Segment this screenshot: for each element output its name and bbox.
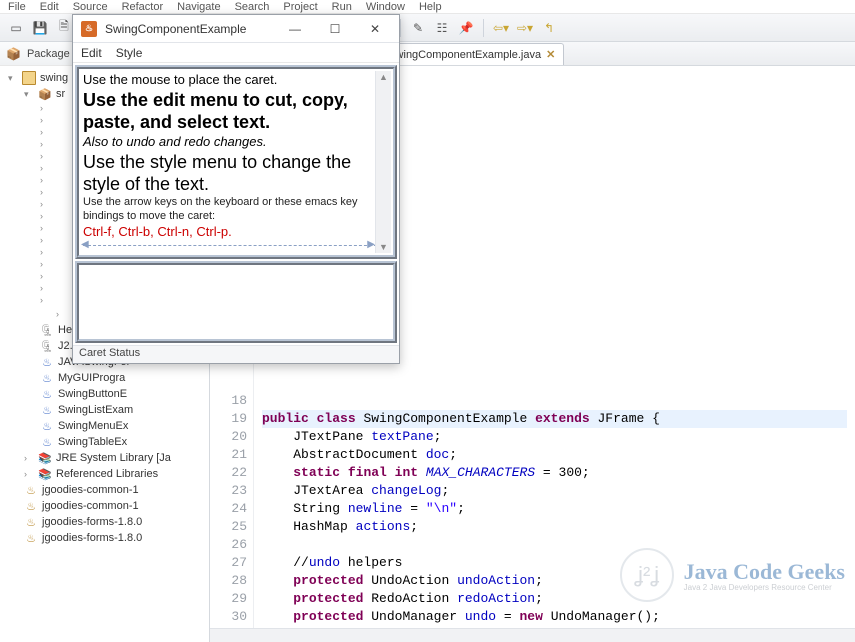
- menu-source[interactable]: Source: [73, 1, 108, 13]
- menu-project[interactable]: Project: [283, 1, 317, 13]
- menu-file[interactable]: File: [8, 1, 26, 13]
- tree-jar[interactable]: ♨jgoodies-forms-1.8.0: [0, 530, 209, 546]
- tree-lib[interactable]: ›📚Referenced Libraries: [0, 466, 209, 482]
- tree-jar[interactable]: ♨jgoodies-common-1: [0, 498, 209, 514]
- swing-textpane[interactable]: Use the mouse to place the caret.Use the…: [75, 65, 397, 259]
- menu-help[interactable]: Help: [419, 1, 442, 13]
- ide-menubar[interactable]: File Edit Source Refactor Navigate Searc…: [0, 0, 855, 14]
- saveall-icon[interactable]: 🗎: [54, 18, 74, 38]
- menu-refactor[interactable]: Refactor: [122, 1, 164, 13]
- tree-file[interactable]: ♨SwingButtonE: [0, 386, 209, 402]
- menu-search[interactable]: Search: [235, 1, 270, 13]
- horizontal-scrollbar[interactable]: [210, 628, 855, 642]
- back-icon[interactable]: ⇦▾: [491, 18, 511, 38]
- last-edit-icon[interactable]: ↰: [539, 18, 559, 38]
- forward-icon[interactable]: ⇨▾: [515, 18, 535, 38]
- tree-file[interactable]: ♨SwingTableEx: [0, 434, 209, 450]
- tree-lib[interactable]: ›📚JRE System Library [Ja: [0, 450, 209, 466]
- tree-jar[interactable]: ♨jgoodies-forms-1.8.0: [0, 514, 209, 530]
- tree-jar[interactable]: ♨jgoodies-common-1: [0, 482, 209, 498]
- minimize-button[interactable]: ―: [279, 18, 311, 40]
- swing-menubar[interactable]: Edit Style: [73, 43, 399, 63]
- tree-file[interactable]: ♨MyGUIProgra: [0, 370, 209, 386]
- sep: [400, 19, 401, 37]
- close-button[interactable]: ✕: [359, 18, 391, 40]
- task-icon[interactable]: ☷: [432, 18, 452, 38]
- maximize-button[interactable]: ☐: [319, 18, 351, 40]
- menu-navigate[interactable]: Navigate: [177, 1, 220, 13]
- swing-status: Caret Status: [73, 345, 399, 363]
- package-icon: 📦: [6, 47, 21, 61]
- sep: [483, 19, 484, 37]
- caret-ruler: [83, 245, 387, 251]
- annotate-icon[interactable]: ✎: [408, 18, 428, 38]
- menu-edit[interactable]: Edit: [40, 1, 59, 13]
- swing-titlebar[interactable]: ♨ SwingComponentExample ― ☐ ✕: [73, 15, 399, 43]
- menu-run[interactable]: Run: [332, 1, 352, 13]
- menu-window[interactable]: Window: [366, 1, 405, 13]
- swing-menu-style[interactable]: Style: [116, 46, 143, 60]
- swing-app-window[interactable]: ♨ SwingComponentExample ― ☐ ✕ Edit Style…: [72, 14, 400, 364]
- swing-changelog[interactable]: [75, 261, 397, 343]
- new-icon[interactable]: ▭: [6, 18, 26, 38]
- tree-file[interactable]: ♨SwingMenuEx: [0, 418, 209, 434]
- save-icon[interactable]: 💾: [30, 18, 50, 38]
- java-app-icon: ♨: [81, 21, 97, 37]
- close-icon[interactable]: ✕: [546, 48, 555, 61]
- pin-icon[interactable]: 📌: [456, 18, 476, 38]
- swing-title: SwingComponentExample: [105, 22, 271, 36]
- swing-menu-edit[interactable]: Edit: [81, 46, 102, 60]
- textpane-scrollbar[interactable]: [375, 71, 391, 253]
- tree-file[interactable]: ♨SwingListExam: [0, 402, 209, 418]
